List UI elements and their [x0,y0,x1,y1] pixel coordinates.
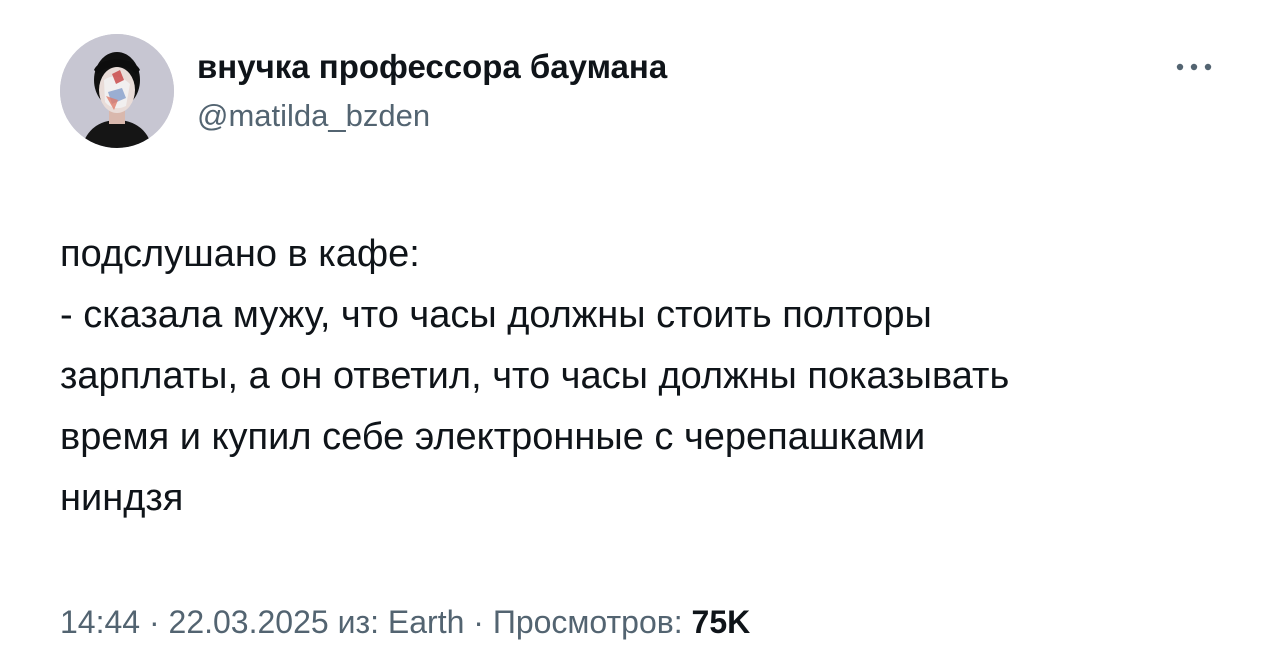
views-count[interactable]: 75K [692,604,751,640]
tweet-text: подслушано в кафе: - сказала мужу, что ч… [60,224,1230,529]
avatar[interactable] [60,34,174,148]
more-options-button[interactable] [1166,50,1222,84]
tweet-text-line: время и купил себе электронные с черепаш… [60,416,926,458]
avatar-image [60,34,174,148]
tweet-text-line: подслушано в кафе: [60,233,420,275]
tweet-meta: 14:44 · 22.03.2025 из: Earth · Просмотро… [60,604,750,641]
tweet-time[interactable]: 14:44 [60,604,140,640]
more-horizontal-icon [1176,63,1212,71]
tweet-text-line: зарплаты, а он ответил, что часы должны … [60,355,1010,397]
source-label: из: [337,604,379,640]
tweet-text-line: ниндзя [60,477,184,519]
meta-separator: · [464,604,493,640]
views-label: Просмотров: [492,604,683,640]
tweet-source: Earth [387,604,465,640]
tweet-text-line: - сказала мужу, что часы должны стоить п… [60,294,932,336]
author-display-name[interactable]: внучка профессора баумана [197,48,667,86]
author-handle[interactable]: @matilda_bzden [197,98,430,134]
tweet-date[interactable]: 22.03.2025 [169,604,329,640]
meta-separator: · [140,604,169,640]
